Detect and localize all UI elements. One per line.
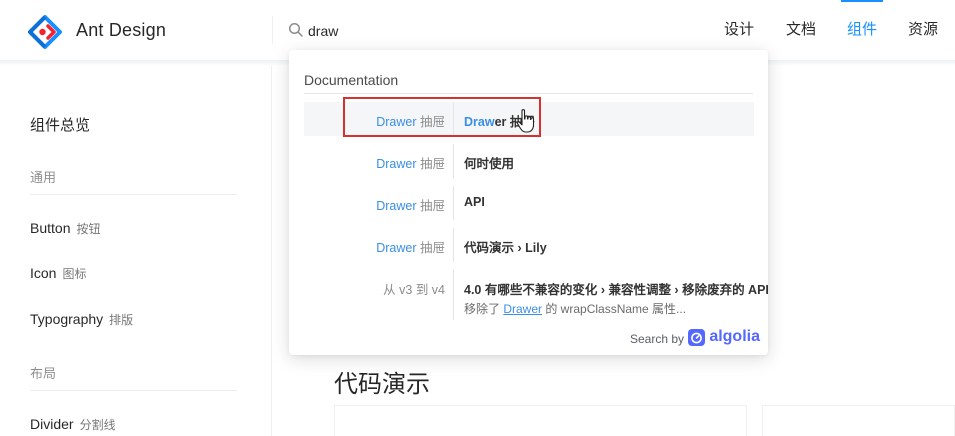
sidebar-item-icon[interactable]: Icon 图标 bbox=[30, 265, 86, 282]
hit-separator bbox=[453, 144, 454, 178]
nav-resources[interactable]: 资源 bbox=[908, 0, 938, 60]
algolia-wordmark[interactable]: algolia bbox=[709, 328, 760, 346]
annotation-highlight-box bbox=[343, 97, 541, 137]
sidebar-item-typography[interactable]: Typography 排版 bbox=[30, 311, 133, 328]
search-hit-migration[interactable]: 从 v3 到 v4 4.0 有哪些不兼容的变化 › 兼容性调整 › 移除废弃的 … bbox=[304, 270, 769, 320]
hit-desc-pre: 移除了 bbox=[464, 302, 504, 316]
sidebar-item-overview[interactable]: 组件总览 bbox=[30, 114, 90, 135]
nav-docs[interactable]: 文档 bbox=[786, 0, 816, 60]
sidebar-group-layout: 布局 bbox=[30, 366, 57, 381]
sidebar-item-label: Typography bbox=[30, 311, 104, 327]
hit-desc-highlight: Drawer bbox=[503, 302, 543, 316]
nav-components[interactable]: 组件 bbox=[840, 0, 884, 60]
brand-name[interactable]: Ant Design bbox=[76, 20, 166, 41]
hit-title: 何时使用 bbox=[464, 157, 515, 171]
hand-pointer-cursor-icon bbox=[516, 109, 535, 133]
search-by-label: Search by bbox=[629, 332, 684, 346]
sidebar-item-label: Divider bbox=[30, 416, 74, 432]
hit-category-rest: 抽屉 bbox=[416, 241, 445, 255]
hit-separator bbox=[453, 186, 454, 220]
hit-description: 移除了 Drawer 的 wrapClassName 属性... bbox=[464, 300, 686, 317]
hit-category-highlight: Drawer bbox=[376, 199, 417, 213]
algolia-logo-icon[interactable] bbox=[688, 329, 705, 346]
hit-category-highlight: Drawer bbox=[376, 241, 417, 255]
hit-category: Drawer 抽屉 bbox=[304, 237, 445, 256]
hit-category-rest: 抽屉 bbox=[416, 199, 445, 213]
results-section-header: Documentation bbox=[304, 72, 399, 88]
section-divider bbox=[304, 93, 753, 94]
header-divider bbox=[272, 16, 273, 44]
sidebar-item-sublabel: 图标 bbox=[62, 267, 87, 281]
hit-title: 4.0 有哪些不兼容的变化 › 兼容性调整 › 移除废弃的 API bbox=[464, 283, 769, 297]
sidebar-item-label: Button bbox=[30, 220, 71, 236]
hit-separator bbox=[453, 228, 454, 262]
sidebar-item-sublabel: 排版 bbox=[109, 313, 134, 327]
demo-card bbox=[334, 405, 747, 436]
section-title-code-demo: 代码演示 bbox=[334, 371, 430, 398]
sidebar-divider bbox=[30, 194, 237, 195]
sidebar-item-divider[interactable]: Divider 分割线 bbox=[30, 416, 116, 433]
search-hit-when-to-use[interactable]: Drawer 抽屉 何时使用 bbox=[304, 144, 754, 178]
sidebar-item-sublabel: 分割线 bbox=[79, 418, 116, 432]
search-hit-code-demo[interactable]: Drawer 抽屉 代码演示 › Lily bbox=[304, 228, 754, 262]
hit-category: Drawer 抽屉 bbox=[304, 195, 445, 214]
search-input[interactable] bbox=[308, 19, 608, 43]
sidebar-group-general: 通用 bbox=[30, 170, 57, 185]
hit-category: 从 v3 到 v4 bbox=[383, 283, 445, 297]
demo-card bbox=[762, 405, 955, 436]
ant-design-logo-icon[interactable] bbox=[28, 15, 62, 49]
hit-category-highlight: Drawer bbox=[376, 157, 417, 171]
hit-category-rest: 抽屉 bbox=[416, 157, 445, 171]
hit-desc-post: 的 wrapClassName 属性... bbox=[542, 302, 687, 316]
sidebar-item-button[interactable]: Button 按钮 bbox=[30, 220, 101, 237]
search-hit-api[interactable]: Drawer 抽屉 API bbox=[304, 186, 754, 220]
sidebar-menu: 组件总览 通用 Button 按钮 Icon 图标 Typography 排版 布局 … bbox=[0, 66, 272, 436]
sidebar-item-label: Icon bbox=[30, 265, 57, 281]
search-icon bbox=[288, 22, 303, 37]
hit-separator bbox=[453, 270, 454, 320]
hit-category: Drawer 抽屉 bbox=[304, 153, 445, 172]
search-results-dropdown: Documentation Drawer 抽屉 Drawer 抽屉 Drawer… bbox=[289, 50, 769, 355]
hit-title: 代码演示 › Lily bbox=[464, 241, 547, 255]
sidebar-divider bbox=[30, 390, 237, 391]
sidebar-item-sublabel: 按钮 bbox=[76, 222, 101, 236]
hit-title: API bbox=[464, 195, 485, 209]
